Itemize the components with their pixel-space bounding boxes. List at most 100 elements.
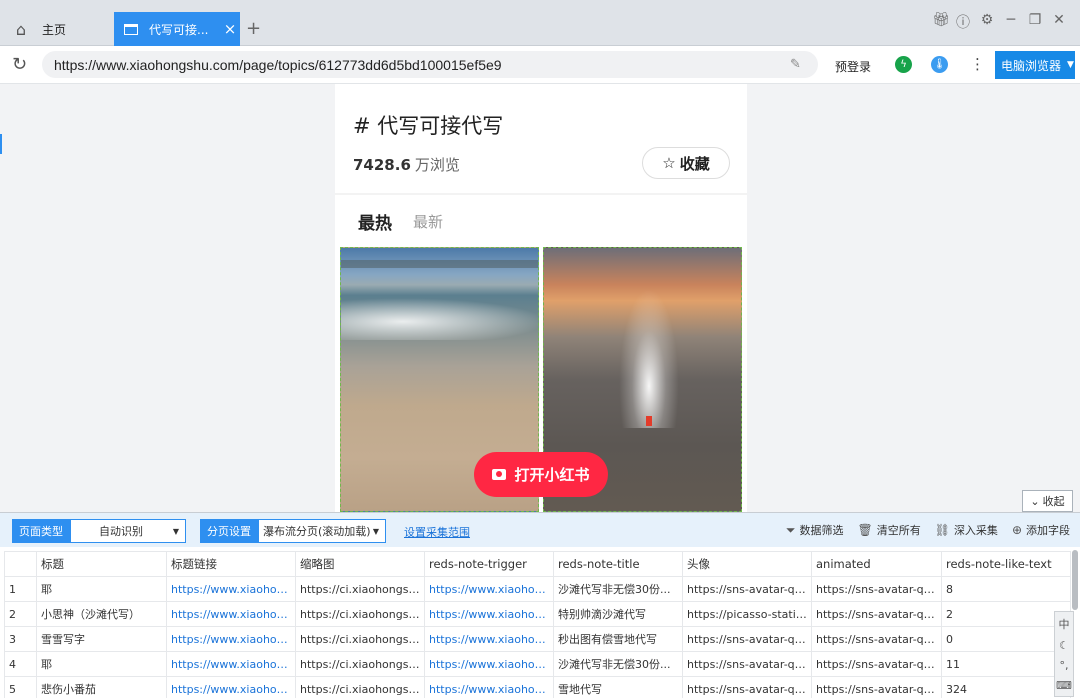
table-cell: 1: [4, 576, 37, 602]
table-row[interactable]: 5 悲伤小番茄 https://www.xiaohongshu.com/ htt…: [4, 676, 1071, 698]
column-header[interactable]: 标题: [36, 551, 167, 577]
table-cell: https://sns-avatar-qc.xhscdn.com: [811, 601, 942, 627]
table-cell: https://sns-avatar-qc.xhscdn.com: [811, 626, 942, 652]
tab-active-label: 代写可接...: [149, 22, 209, 37]
left-edge-indicator: [0, 134, 2, 154]
trash-icon: 🗑︎: [857, 523, 873, 537]
chevron-down-icon: ▼: [1067, 60, 1074, 70]
table-cell-link[interactable]: https://www.xiaohongshu.com/: [166, 576, 296, 602]
chevron-down-icon: ▼: [372, 526, 379, 536]
ime-punct-icon[interactable]: °,: [1060, 659, 1069, 672]
table-row[interactable]: 2 小思神（沙滩代写） https://www.xiaohongshu.com/…: [4, 601, 1071, 627]
new-tab-button[interactable]: +: [246, 18, 261, 39]
table-cell: 4: [4, 651, 37, 677]
filter-button[interactable]: ⏷ 数据筛选: [786, 522, 844, 538]
help-icon[interactable]: ⓘ: [956, 12, 970, 32]
edit-icon[interactable]: ✎: [790, 57, 818, 72]
tab-hot[interactable]: 最热: [358, 209, 392, 234]
clear-button[interactable]: 🗑︎ 清空所有: [857, 522, 920, 538]
column-header[interactable]: 缩略图: [295, 551, 425, 577]
ime-chinese-icon[interactable]: 中: [1059, 616, 1070, 632]
topic-page: # 代写可接代写 7428.6 万浏览 ☆ 收藏 最热 最新 打开小红书: [335, 84, 747, 512]
table-cell: 特别帅滴沙滩代写: [553, 601, 683, 627]
url-field[interactable]: https://www.xiaohongshu.com/page/topics/…: [42, 51, 818, 78]
table-cell-link[interactable]: https://www.xiaohongshu.com/: [424, 626, 554, 652]
column-header[interactable]: [4, 551, 37, 577]
add-field-button[interactable]: ⊕ 添加字段: [1012, 522, 1070, 538]
table-cell-link[interactable]: https://www.xiaohongshu.com/: [424, 651, 554, 677]
table-cell-link[interactable]: https://www.xiaohongshu.com/: [166, 651, 296, 677]
table-cell: https://ci.xiaohongshu.com/: [295, 576, 425, 602]
scraper-panel: 页面类型 自动识别 ▼ 分页设置 瀑布流分页(滚动加载) ▼ 设置采集范围 ⏷ 数…: [0, 512, 1080, 698]
table-row[interactable]: 4 耶 https://www.xiaohongshu.com/ https:/…: [4, 651, 1071, 677]
gift-icon[interactable]: 🎁︎: [932, 12, 950, 32]
tab-home[interactable]: ⌂ 主页: [0, 12, 114, 46]
divider: [335, 193, 747, 195]
reload-icon[interactable]: ↻: [12, 54, 27, 75]
url-text[interactable]: https://www.xiaohongshu.com/page/topics/…: [54, 57, 790, 73]
close-tab-icon[interactable]: ×: [220, 20, 240, 38]
link-icon: ⛓︎: [934, 523, 950, 537]
set-range-link[interactable]: 设置采集范围: [404, 524, 470, 540]
table-cell-link[interactable]: https://www.xiaohongshu.com/: [166, 601, 296, 627]
column-header[interactable]: reds-note-like-text: [941, 551, 1071, 577]
table-cell: 11: [941, 651, 1071, 677]
tab-new[interactable]: 最新: [413, 211, 443, 232]
thermometer-extension-icon[interactable]: 🌡︎: [931, 56, 948, 73]
table-cell: 0: [941, 626, 1071, 652]
favorite-button[interactable]: ☆ 收藏: [642, 147, 730, 179]
paging-select[interactable]: 瀑布流分页(滚动加载) ▼: [258, 519, 386, 543]
column-header[interactable]: animated: [811, 551, 942, 577]
prelogin-button[interactable]: 预登录: [835, 58, 871, 75]
lightning-extension-icon[interactable]: ϟ: [895, 56, 912, 73]
ime-moon-icon[interactable]: ☾: [1059, 639, 1069, 652]
tab-active[interactable]: 代写可接... ×: [114, 12, 240, 46]
collapse-label: 收起: [1042, 495, 1065, 508]
more-menu-icon[interactable]: ⋮: [970, 55, 985, 73]
view-count-number: 7428.6: [353, 156, 411, 174]
table-cell: 秒出图有偿雪地代写: [553, 626, 683, 652]
table-cell: 小思神（沙滩代写）: [36, 601, 167, 627]
tab-home-label: 主页: [42, 22, 67, 37]
settings-icon[interactable]: ⚙: [980, 12, 994, 32]
favorite-label: 收藏: [679, 154, 710, 173]
camera-icon: [492, 469, 507, 480]
address-bar: ↻ https://www.xiaohongshu.com/page/topic…: [0, 46, 1080, 84]
table-cell-link[interactable]: https://www.xiaohongshu.com/: [424, 676, 554, 698]
collapse-button[interactable]: ⌄ 收起: [1022, 490, 1073, 512]
table-row[interactable]: 1 耶 https://www.xiaohongshu.com/ https:/…: [4, 576, 1071, 602]
window-controls: 🎁︎ ⓘ ⚙ ─ ❐ ✕: [932, 12, 1066, 32]
browser-mode-button[interactable]: 电脑浏览器 ▼: [995, 51, 1075, 79]
table-cell: 8: [941, 576, 1071, 602]
table-cell: https://sns-avatar-qc.xhscdn.com: [811, 651, 942, 677]
table-cell: https://ci.xiaohongshu.com/: [295, 626, 425, 652]
table-cell: https://sns-avatar-qc.xhscdn.com: [811, 676, 942, 698]
page-type-select[interactable]: 自动识别 ▼: [70, 519, 186, 543]
close-icon[interactable]: ✕: [1052, 12, 1066, 32]
restore-icon[interactable]: ❐: [1028, 12, 1042, 32]
table-row[interactable]: 3 雪雪写字 https://www.xiaohongshu.com/ http…: [4, 626, 1071, 652]
table-cell-link[interactable]: https://www.xiaohongshu.com/: [424, 576, 554, 602]
column-header[interactable]: reds-note-trigger: [424, 551, 554, 577]
minimize-icon[interactable]: ─: [1004, 12, 1018, 32]
panel-actions: ⏷ 数据筛选 🗑︎ 清空所有 ⛓︎ 深入采集 ⊕ 添加字段: [786, 522, 1070, 538]
table-scrollbar[interactable]: [1072, 550, 1078, 610]
column-header[interactable]: 标题链接: [166, 551, 296, 577]
column-header[interactable]: 头像: [682, 551, 812, 577]
open-app-button[interactable]: 打开小红书: [474, 452, 608, 497]
add-field-label: 添加字段: [1026, 524, 1070, 537]
image-spray: [619, 288, 679, 428]
column-header[interactable]: reds-note-title: [553, 551, 683, 577]
ime-keyboard-icon[interactable]: ⌨: [1056, 679, 1072, 692]
deep-scrape-label: 深入采集: [953, 524, 998, 537]
page-type-label: 页面类型: [12, 519, 70, 543]
table-cell-link[interactable]: https://www.xiaohongshu.com/: [166, 676, 296, 698]
table-cell-link[interactable]: https://www.xiaohongshu.com/: [424, 601, 554, 627]
table-cell: https://ci.xiaohongshu.com/: [295, 651, 425, 677]
table-cell-link[interactable]: https://www.xiaohongshu.com/: [166, 626, 296, 652]
table-cell: 沙滩代写非无偿30份...: [553, 651, 683, 677]
deep-scrape-button[interactable]: ⛓︎ 深入采集: [935, 522, 998, 538]
ime-toolbar: 中 ☾ °, ⌨: [1054, 611, 1074, 697]
table-header-row: 标题 标题链接 缩略图 reds-note-trigger reds-note-…: [4, 551, 1071, 577]
plus-circle-icon: ⊕: [1011, 523, 1022, 537]
